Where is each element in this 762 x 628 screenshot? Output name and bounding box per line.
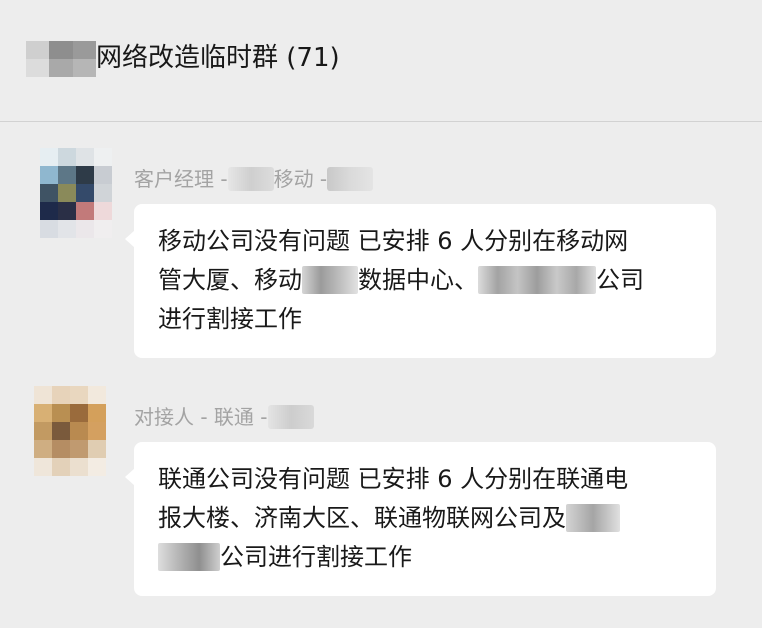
redacted-text xyxy=(566,504,620,532)
message-bubble[interactable]: 联通公司没有问题 已安排 6 人分别在联通电 报大楼、济南大区、联通物联网公司及… xyxy=(125,442,716,596)
message-line: 移动公司没有问题 已安排 6 人分别在移动网 xyxy=(158,227,629,255)
redacted-group-name-prefix xyxy=(26,41,96,77)
redacted-text xyxy=(267,405,314,429)
chat-header: 网络改造临时群 (71) xyxy=(0,0,762,122)
sender-role: 客户经理 - xyxy=(134,167,228,191)
redacted-text xyxy=(158,543,220,571)
chat-title[interactable]: 网络改造临时群 (71) xyxy=(96,40,340,76)
avatar[interactable] xyxy=(34,386,106,476)
sender-org: 移动 - xyxy=(273,167,328,191)
redacted-text xyxy=(302,266,358,294)
message-line: 报大楼、济南大区、联通物联网公司及 xyxy=(158,499,692,538)
redacted-text xyxy=(227,167,274,191)
message-line: 进行割接工作 xyxy=(158,305,302,333)
sender-name: 对接人 - 联通 - xyxy=(134,403,314,431)
redacted-text xyxy=(478,266,596,294)
message-line: 管大厦、移动 数据中心、 公司 xyxy=(158,266,644,294)
sender-name: 客户经理 - 移动 - xyxy=(134,165,374,193)
redacted-text xyxy=(327,167,374,191)
message-bubble[interactable]: 移动公司没有问题 已安排 6 人分别在移动网 管大厦、移动 数据中心、 公司 进行割… xyxy=(125,204,716,358)
avatar[interactable] xyxy=(40,148,112,238)
message-line: 公司进行割接工作 xyxy=(158,538,692,577)
sender-role: 对接人 - 联通 - xyxy=(134,405,268,429)
message-line: 联通公司没有问题 已安排 6 人分别在联通电 xyxy=(158,465,629,493)
